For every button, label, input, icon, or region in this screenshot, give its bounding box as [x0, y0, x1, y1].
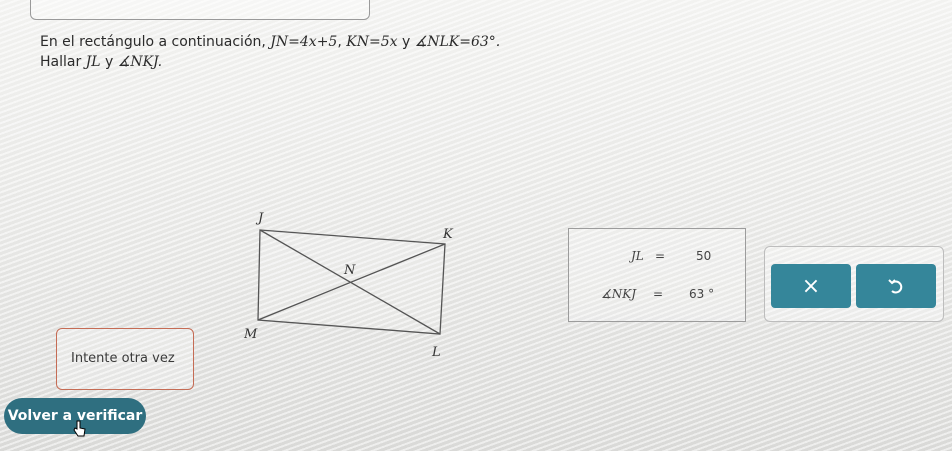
hand-pointer-icon — [73, 420, 86, 437]
clear-button[interactable]: × — [771, 264, 851, 308]
rectangle-diagram: J K M L N — [243, 211, 454, 360]
undo-icon — [888, 279, 903, 294]
given-kn: KN=5x — [346, 34, 398, 50]
vertex-label-j: J — [255, 211, 264, 226]
answer-input-angle-nkj[interactable]: 63 ° — [689, 287, 714, 301]
degree-unit: ° — [708, 287, 715, 301]
top-panel-frame — [30, 0, 370, 20]
vertex-label-k: K — [442, 227, 454, 242]
problem-statement: En el rectángulo a continuación, JN=4x+5… — [40, 32, 660, 72]
equals-sign: = — [653, 287, 664, 301]
answer-label-angle-nkj: ∡NKJ — [601, 287, 637, 301]
equals-sign: = — [655, 249, 666, 263]
answer-label-jl: JL — [631, 249, 644, 263]
angle-value: 63 — [689, 287, 705, 301]
vertex-label-m: M — [243, 327, 258, 342]
find-jl: JL — [85, 54, 101, 70]
vertex-label-l: L — [431, 345, 441, 360]
given-angle-nlk: ∡NLK=63°. — [414, 34, 501, 50]
given-jn: JN=4x+5 — [270, 34, 338, 50]
problem-find-text: Hallar — [40, 54, 86, 70]
find-angle-nkj: ∡NKJ. — [117, 54, 163, 70]
answer-input-jl[interactable]: 50 — [696, 249, 711, 263]
x-icon: × — [801, 273, 821, 299]
feedback-box: Intente otra vez — [56, 328, 194, 390]
separator: , — [337, 34, 347, 50]
feedback-message: Intente otra vez — [71, 351, 175, 366]
problem-intro-text: En el rectángulo a continuación, — [40, 34, 271, 50]
problem-line-1: En el rectángulo a continuación, JN=4x+5… — [40, 32, 660, 52]
intersection-label-n: N — [343, 263, 356, 278]
undo-button[interactable] — [856, 264, 936, 308]
separator: y — [397, 34, 415, 50]
separator: y — [100, 54, 118, 70]
answer-panel: JL = 50 ∡NKJ = 63 ° — [568, 228, 746, 322]
problem-line-2: Hallar JL y ∡NKJ. — [40, 52, 660, 72]
